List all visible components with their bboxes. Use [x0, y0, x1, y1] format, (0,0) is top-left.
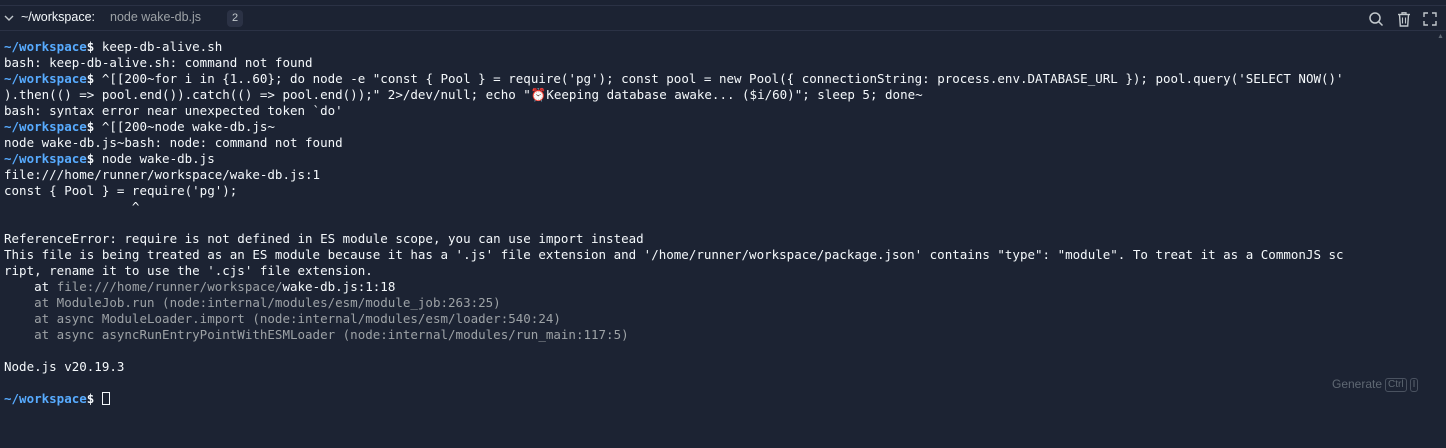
tab-command[interactable]: node wake-db.js — [110, 10, 201, 24]
terminal-line: ^ — [4, 199, 140, 214]
chevron-down-icon[interactable] — [3, 11, 15, 25]
terminal-line: const { Pool } = require('pg'); — [4, 183, 238, 198]
terminal-line: ReferenceError: require is not defined i… — [4, 231, 644, 246]
terminal-line: file:///home/runner/workspace/wake-db.js… — [4, 167, 321, 182]
scroll-up-arrow[interactable] — [1438, 32, 1443, 40]
trash-icon[interactable] — [1395, 10, 1413, 28]
shortcut-i-key: I — [1409, 378, 1419, 392]
generate-button[interactable]: Generate Ctrl I — [1332, 377, 1419, 392]
stack-trace-line: at async ModuleLoader.import (node:inter… — [4, 311, 561, 326]
stack-trace-line: at file:///home/runner/workspace/wake-db… — [4, 279, 396, 294]
current-prompt-line[interactable]: ~/workspace$ — [4, 391, 1434, 407]
terminal-line: ript, rename it to use the '.cjs' file e… — [4, 263, 373, 278]
terminal-line: node wake-db.js~bash: node: command not … — [4, 135, 343, 150]
search-icon[interactable] — [1367, 10, 1385, 28]
terminal-line: ~/workspace$ ^[[200~for i in {1..60}; do… — [4, 71, 1344, 86]
stack-trace-line: at ModuleJob.run (node:internal/modules/… — [4, 295, 501, 310]
terminal-line: This file is being treated as an ES modu… — [4, 247, 1344, 262]
terminal-line: ).then(() => pool.end()).catch(() => poo… — [4, 87, 923, 102]
tab-path: ~/workspace: — [21, 10, 95, 24]
terminal-output[interactable]: ~/workspace$ keep-db-alive.sh bash: keep… — [4, 39, 1434, 407]
prompt-path: ~/workspace — [4, 151, 87, 166]
tab-count-badge: 2 — [227, 10, 243, 27]
terminal-cursor — [101, 392, 110, 405]
terminal-line: bash: keep-db-alive.sh: command not foun… — [4, 55, 313, 70]
prompt-path: ~/workspace — [4, 119, 87, 134]
terminal-line: Node.js v20.19.3 — [4, 359, 125, 374]
prompt-path: ~/workspace — [4, 391, 87, 406]
file-location-link[interactable]: wake-db.js:1:18 — [282, 279, 395, 294]
terminal-tab-bar: ~/workspace: node wake-db.js 2 — [0, 5, 1446, 31]
terminal-line: ~/workspace$ ^[[200~node wake-db.js~ — [4, 119, 275, 134]
maximize-icon[interactable] — [1421, 10, 1439, 28]
shortcut-ctrl-key: Ctrl — [1385, 378, 1407, 392]
generate-label: Generate — [1332, 377, 1383, 391]
stack-trace-line: at async asyncRunEntryPointWithESMLoader… — [4, 327, 629, 342]
terminal-line: ~/workspace$ keep-db-alive.sh — [4, 39, 223, 54]
terminal-line: ~/workspace$ node wake-db.js — [4, 151, 215, 166]
terminal-line: bash: syntax error near unexpected token… — [4, 103, 343, 118]
prompt-path: ~/workspace — [4, 39, 87, 54]
prompt-path: ~/workspace — [4, 71, 87, 86]
file-path-link[interactable]: file:///home/runner/workspace/ — [57, 279, 283, 294]
